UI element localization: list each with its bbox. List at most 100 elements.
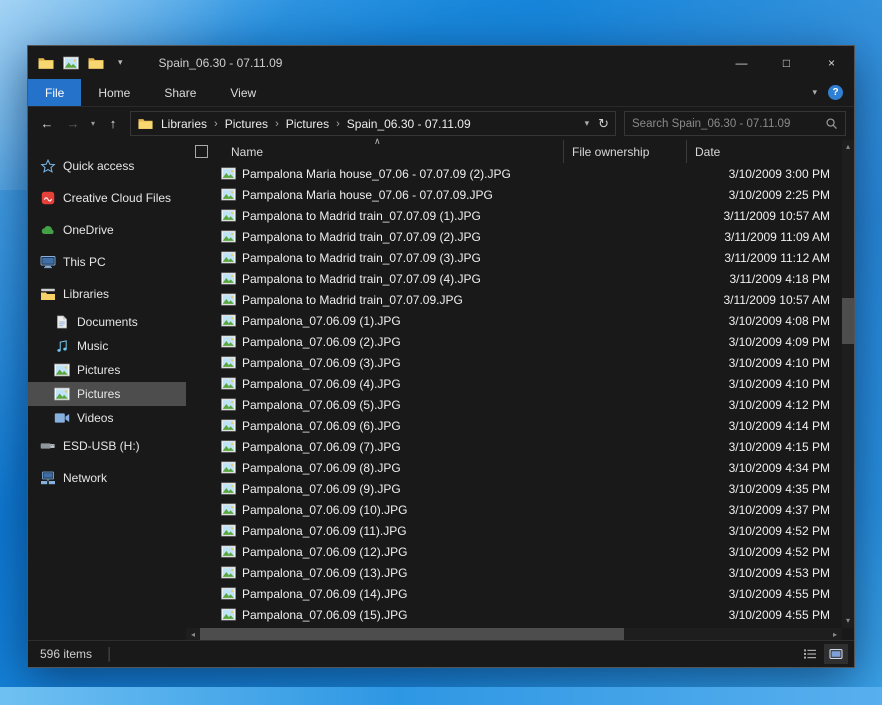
file-row[interactable]: Pampalona_07.06.09 (2).JPG 3/10/2009 4:0…	[186, 331, 842, 352]
search-box[interactable]	[624, 111, 846, 136]
sidebar-item-onedrive[interactable]: OneDrive	[28, 214, 186, 246]
breadcrumb-separator-icon[interactable]: ›	[207, 118, 225, 130]
file-row[interactable]: Pampalona_07.06.09 (8).JPG 3/10/2009 4:3…	[186, 457, 842, 478]
scroll-up-icon[interactable]: ▴	[846, 140, 850, 154]
file-row[interactable]: Pampalona_07.06.09 (4).JPG 3/10/2009 4:1…	[186, 373, 842, 394]
file-date: 3/10/2009 4:52 PM	[700, 545, 842, 559]
sidebar-item-libraries[interactable]: Libraries	[28, 278, 186, 310]
file-date: 3/10/2009 4:35 PM	[700, 482, 842, 496]
file-row[interactable]: Pampalona Maria house_07.06 - 07.07.09.J…	[186, 184, 842, 205]
column-header-name[interactable]: Name	[222, 140, 564, 163]
sidebar-item-quick-access[interactable]: Quick access	[28, 150, 186, 182]
jpg-file-icon	[221, 209, 236, 222]
tab-share[interactable]: Share	[147, 79, 213, 106]
file-date: 3/11/2009 11:09 AM	[700, 230, 842, 244]
sidebar-item-network[interactable]: Network	[28, 462, 186, 494]
quick-access-toolbar: ▾	[38, 56, 123, 70]
file-name: Pampalona_07.06.09 (1).JPG	[242, 314, 700, 328]
address-dropdown-icon[interactable]: ▾	[585, 118, 590, 129]
maximize-button[interactable]: □	[764, 46, 809, 79]
address-bar[interactable]: Libraries›Pictures›Pictures›Spain_06.30 …	[130, 111, 616, 136]
file-row[interactable]: Pampalona_07.06.09 (9).JPG 3/10/2009 4:3…	[186, 478, 842, 499]
file-row[interactable]: Pampalona to Madrid train_07.07.09 (4).J…	[186, 268, 842, 289]
tab-view[interactable]: View	[213, 79, 273, 106]
ribbon-expand-icon[interactable]: ▾	[812, 87, 817, 98]
file-row[interactable]: Pampalona_07.06.09 (12).JPG 3/10/2009 4:…	[186, 541, 842, 562]
sidebar-item-music[interactable]: Music	[28, 334, 186, 358]
file-list-pane: ∧ Name File ownership Date Pampalona Mar…	[186, 140, 854, 640]
sidebar-item-pictures[interactable]: Pictures	[28, 382, 186, 406]
file-row[interactable]: Pampalona_07.06.09 (7).JPG 3/10/2009 4:1…	[186, 436, 842, 457]
large-icons-view-button[interactable]	[824, 644, 848, 664]
sidebar-item-creative-cloud-files[interactable]: Creative Cloud Files	[28, 182, 186, 214]
network-icon	[40, 471, 56, 485]
breadcrumb-segment-pictures[interactable]: Pictures	[286, 117, 329, 131]
sidebar-item-documents[interactable]: Documents	[28, 310, 186, 334]
file-name: Pampalona to Madrid train_07.07.09 (4).J…	[242, 272, 700, 286]
details-view-button[interactable]	[798, 644, 822, 664]
file-row[interactable]: Pampalona_07.06.09 (10).JPG 3/10/2009 4:…	[186, 499, 842, 520]
vertical-scrollbar[interactable]: ▴ ▾	[842, 140, 854, 628]
file-row[interactable]: Pampalona_07.06.09 (1).JPG 3/10/2009 4:0…	[186, 310, 842, 331]
sidebar-item-videos[interactable]: Videos	[28, 406, 186, 430]
tab-file[interactable]: File	[28, 79, 81, 106]
file-date: 3/10/2009 4:10 PM	[700, 377, 842, 391]
column-header-date[interactable]: Date	[687, 140, 842, 163]
file-row[interactable]: Pampalona_07.06.09 (5).JPG 3/10/2009 4:1…	[186, 394, 842, 415]
file-row[interactable]: Pampalona_07.06.09 (6).JPG 3/10/2009 4:1…	[186, 415, 842, 436]
refresh-icon[interactable]: ↻	[598, 116, 609, 132]
title-bar[interactable]: ▾ Spain_06.30 - 07.11.09 — □ ×	[28, 46, 854, 79]
file-row[interactable]: Pampalona to Madrid train_07.07.09 (1).J…	[186, 205, 842, 226]
recent-locations-dropdown-icon[interactable]: ▾	[86, 119, 100, 128]
file-row[interactable]: Pampalona_07.06.09 (13).JPG 3/10/2009 4:…	[186, 562, 842, 583]
jpg-file-icon	[221, 461, 236, 474]
file-row[interactable]: Pampalona to Madrid train_07.07.09 (2).J…	[186, 226, 842, 247]
breadcrumb-segment-libraries[interactable]: Libraries	[161, 117, 207, 131]
back-button[interactable]: ←	[34, 116, 60, 131]
horizontal-scrollbar-thumb[interactable]	[200, 628, 624, 640]
quick-access-toolbar-properties-icon[interactable]	[63, 56, 79, 70]
file-row[interactable]: Pampalona_07.06.09 (3).JPG 3/10/2009 4:1…	[186, 352, 842, 373]
jpg-file-icon	[221, 608, 236, 621]
close-button[interactable]: ×	[809, 46, 854, 79]
sort-ascending-icon[interactable]: ∧	[374, 136, 381, 147]
jpg-file-icon	[221, 398, 236, 411]
scroll-down-icon[interactable]: ▾	[846, 614, 850, 628]
help-icon[interactable]: ?	[828, 85, 843, 100]
file-row[interactable]: Pampalona to Madrid train_07.07.09.JPG 3…	[186, 289, 842, 310]
minimize-button[interactable]: —	[719, 46, 764, 79]
file-row[interactable]: Pampalona Maria house_07.06 - 07.07.09 (…	[186, 163, 842, 184]
select-all-checkbox[interactable]	[195, 145, 208, 158]
sidebar-item-pictures[interactable]: Pictures	[28, 358, 186, 382]
up-button[interactable]: ↑	[100, 116, 126, 131]
sidebar-item-esd-usb-h[interactable]: ESD-USB (H:)	[28, 430, 186, 462]
file-row[interactable]: Pampalona_07.06.09 (15).JPG 3/10/2009 4:…	[186, 604, 842, 625]
file-name: Pampalona_07.06.09 (11).JPG	[242, 524, 700, 538]
scroll-right-icon[interactable]: ▸	[828, 630, 842, 639]
vertical-scrollbar-thumb[interactable]	[842, 298, 854, 344]
file-date: 3/10/2009 3:00 PM	[700, 167, 842, 181]
quick-access-toolbar-new-folder-icon[interactable]	[88, 56, 104, 70]
breadcrumb-segment-pictures[interactable]: Pictures	[225, 117, 268, 131]
search-input[interactable]	[632, 118, 825, 130]
file-date: 3/10/2009 4:52 PM	[700, 524, 842, 538]
file-explorer-window: ▾ Spain_06.30 - 07.11.09 — □ × FileHomeS…	[27, 45, 855, 668]
forward-button[interactable]: →	[60, 116, 86, 131]
jpg-file-icon	[221, 356, 236, 369]
libraries-icon	[40, 287, 56, 301]
tab-home[interactable]: Home	[81, 79, 147, 106]
file-row[interactable]: Pampalona to Madrid train_07.07.09 (3).J…	[186, 247, 842, 268]
file-row[interactable]: Pampalona_07.06.09 (14).JPG 3/10/2009 4:…	[186, 583, 842, 604]
breadcrumb-separator-icon[interactable]: ›	[329, 118, 347, 130]
file-row[interactable]: Pampalona_07.06.09 (11).JPG 3/10/2009 4:…	[186, 520, 842, 541]
file-list: Pampalona Maria house_07.06 - 07.07.09 (…	[186, 163, 842, 628]
horizontal-scrollbar[interactable]: ◂ ▸	[186, 628, 842, 640]
breadcrumb-segment-spain-06-30-07-11-09[interactable]: Spain_06.30 - 07.11.09	[347, 117, 471, 131]
scroll-left-icon[interactable]: ◂	[186, 630, 200, 639]
jpg-file-icon	[221, 482, 236, 495]
sidebar-item-this-pc[interactable]: This PC	[28, 246, 186, 278]
search-icon[interactable]	[825, 117, 838, 130]
breadcrumb-separator-icon[interactable]: ›	[268, 118, 286, 130]
column-header-file-ownership[interactable]: File ownership	[564, 140, 687, 163]
quick-access-toolbar-dropdown-icon[interactable]: ▾	[118, 57, 123, 68]
